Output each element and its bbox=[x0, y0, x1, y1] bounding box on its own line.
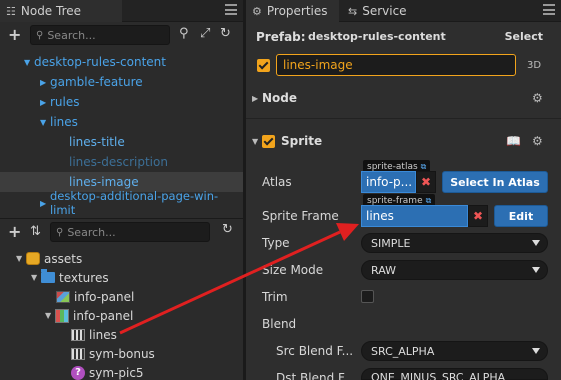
locate-icon[interactable]: ⧉ bbox=[426, 196, 432, 206]
asset-item-lines[interactable]: lines bbox=[71, 325, 117, 344]
sort-icon[interactable]: ⇅ bbox=[30, 224, 41, 239]
tab-node-tree-label: Node Tree bbox=[20, 4, 82, 18]
tree-item-lines-description[interactable]: lines-description bbox=[0, 152, 243, 172]
expanded-arrow-icon: ▼ bbox=[40, 117, 47, 127]
collapsed-arrow-icon: ▶ bbox=[40, 77, 47, 87]
asset-item-assets[interactable]: ▼ assets bbox=[16, 249, 82, 268]
assets-panel: + ⇅ ⚲ Search... ↻ bbox=[0, 218, 243, 247]
asset-search-input[interactable]: ⚲ Search... bbox=[50, 222, 210, 242]
assets-toolbar: + ⇅ ⚲ Search... ↻ bbox=[0, 219, 243, 247]
tree-item-gamble-feature[interactable]: ▶ gamble-feature bbox=[0, 72, 243, 92]
sprite-frame-icon bbox=[71, 347, 85, 360]
node-tree-toolbar: + ⚲ Search... ⚲ ⤢ ↻ bbox=[0, 22, 243, 50]
node-search-input[interactable]: ⚲ Search... bbox=[30, 25, 170, 45]
tab-service[interactable]: ⇆ Service bbox=[342, 0, 432, 22]
sprite-frame-clear-button[interactable]: ✖ bbox=[468, 205, 488, 227]
sprite-frame-field[interactable]: lines bbox=[361, 205, 468, 227]
tab-node-tree[interactable]: ☷ Node Tree bbox=[0, 0, 122, 22]
properties-menu-icon[interactable] bbox=[543, 4, 555, 15]
node-name-input[interactable]: lines-image bbox=[276, 54, 516, 76]
prefab-name: desktop-rules-content bbox=[308, 30, 446, 43]
atlas-clear-button[interactable]: ✖ bbox=[416, 171, 436, 193]
gear-icon: ⚙ bbox=[252, 4, 262, 18]
collapse-icon[interactable]: ⤢ bbox=[200, 26, 210, 41]
search-icon: ⚲ bbox=[56, 226, 64, 238]
expanded-arrow-icon: ▼ bbox=[24, 57, 31, 67]
node-active-checkbox[interactable] bbox=[257, 59, 270, 72]
atlas-field[interactable]: info-p... bbox=[361, 171, 416, 193]
atlas-label: Atlas bbox=[262, 175, 292, 189]
size-mode-dropdown[interactable]: RAW bbox=[361, 260, 548, 280]
service-icon: ⇆ bbox=[348, 4, 358, 18]
section-node-header[interactable]: ▶ Node bbox=[246, 85, 561, 111]
collapsed-arrow-icon: ▶ bbox=[40, 198, 47, 208]
node-search-placeholder: Search... bbox=[47, 28, 96, 42]
trim-checkbox[interactable] bbox=[361, 290, 374, 303]
dst-blend-dropdown[interactable]: ONE_MINUS_SRC_ALPHA bbox=[361, 368, 548, 380]
type-dropdown[interactable]: SIMPLE bbox=[361, 233, 548, 253]
prefab-row: Prefab: desktop-rules-content Select bbox=[246, 25, 561, 47]
edit-button[interactable]: Edit bbox=[494, 205, 548, 227]
type-label: Type bbox=[262, 236, 290, 250]
dropdown-caret-icon bbox=[532, 348, 540, 354]
asset-item-sym-bonus[interactable]: sym-bonus bbox=[71, 344, 155, 363]
node-gear-icon[interactable]: ⚙ bbox=[532, 91, 543, 105]
src-blend-label: Src Blend F... bbox=[276, 344, 354, 358]
tree-item-lines[interactable]: ▼ lines bbox=[0, 112, 243, 132]
sprite-doc-icon[interactable]: 📖 bbox=[506, 134, 521, 148]
tree-item-rules[interactable]: ▶ rules bbox=[0, 92, 243, 112]
add-node-icon[interactable]: + bbox=[8, 25, 21, 44]
left-panel: ☷ Node Tree + ⚲ Search... ⚲ ⤢ ↻ ▼ deskto… bbox=[0, 0, 243, 380]
tree-item-desktop-rules-content[interactable]: ▼ desktop-rules-content bbox=[0, 52, 243, 72]
node-tree-tabbar: ☷ Node Tree bbox=[0, 0, 243, 22]
folder-icon bbox=[41, 269, 55, 283]
blend-label: Blend bbox=[262, 317, 297, 331]
locate-icon[interactable]: ⧉ bbox=[421, 162, 427, 172]
atlas-icon bbox=[55, 308, 69, 323]
asset-search-placeholder: Search... bbox=[67, 225, 116, 239]
search-icon[interactable]: ⚲ bbox=[179, 26, 189, 41]
texture-icon bbox=[56, 290, 70, 303]
node-tree-icon: ☷ bbox=[6, 4, 16, 18]
dropdown-caret-icon bbox=[532, 267, 540, 273]
expanded-arrow-icon: ▼ bbox=[252, 136, 259, 146]
sprite-frame-icon bbox=[71, 328, 85, 341]
search-icon: ⚲ bbox=[36, 29, 44, 41]
sprite-enabled-checkbox[interactable] bbox=[262, 134, 275, 148]
refresh-icon[interactable]: ↻ bbox=[222, 222, 233, 237]
assets-db-icon bbox=[26, 252, 40, 265]
asset-item-textures[interactable]: ▼ textures bbox=[31, 268, 109, 287]
tree-item-lines-title[interactable]: lines-title bbox=[0, 132, 243, 152]
collapsed-arrow-icon: ▶ bbox=[40, 97, 47, 107]
asset-item-sym-pic5[interactable]: ? sym-pic5 bbox=[71, 363, 144, 380]
add-asset-icon[interactable]: + bbox=[8, 222, 21, 241]
unknown-asset-icon: ? bbox=[71, 365, 85, 380]
expanded-arrow-icon: ▼ bbox=[16, 254, 23, 263]
asset-item-info-panel-atlas[interactable]: ▼ info-panel bbox=[45, 306, 133, 325]
expanded-arrow-icon: ▼ bbox=[31, 273, 38, 282]
collapsed-arrow-icon: ▶ bbox=[252, 93, 259, 103]
expanded-arrow-icon: ▼ bbox=[45, 311, 52, 320]
refresh-icon[interactable]: ↻ bbox=[220, 26, 231, 41]
properties-tabbar: ⚙ Properties ⇆ Service bbox=[246, 0, 561, 22]
dst-blend-label: Dst Blend F... bbox=[276, 371, 355, 380]
sprite-gear-icon[interactable]: ⚙ bbox=[532, 134, 543, 148]
dropdown-caret-icon bbox=[532, 240, 540, 246]
size-mode-label: Size Mode bbox=[262, 263, 324, 277]
prefab-select-button[interactable]: Select bbox=[505, 30, 543, 43]
tree-item-desktop-additional-page-win-limit[interactable]: ▶ desktop-additional-page-win-limit bbox=[0, 189, 243, 217]
src-blend-dropdown[interactable]: SRC_ALPHA bbox=[361, 341, 548, 361]
prefab-label: Prefab: bbox=[256, 30, 306, 44]
sprite-frame-label: Sprite Frame bbox=[262, 209, 339, 223]
trim-label: Trim bbox=[262, 290, 288, 304]
tab-properties[interactable]: ⚙ Properties bbox=[246, 0, 339, 22]
asset-item-info-panel-texture[interactable]: info-panel bbox=[56, 287, 134, 306]
node-tree-menu-icon[interactable] bbox=[225, 4, 237, 15]
select-in-atlas-button[interactable]: Select In Atlas bbox=[442, 171, 548, 193]
3d-toggle[interactable]: 3D bbox=[527, 60, 541, 71]
